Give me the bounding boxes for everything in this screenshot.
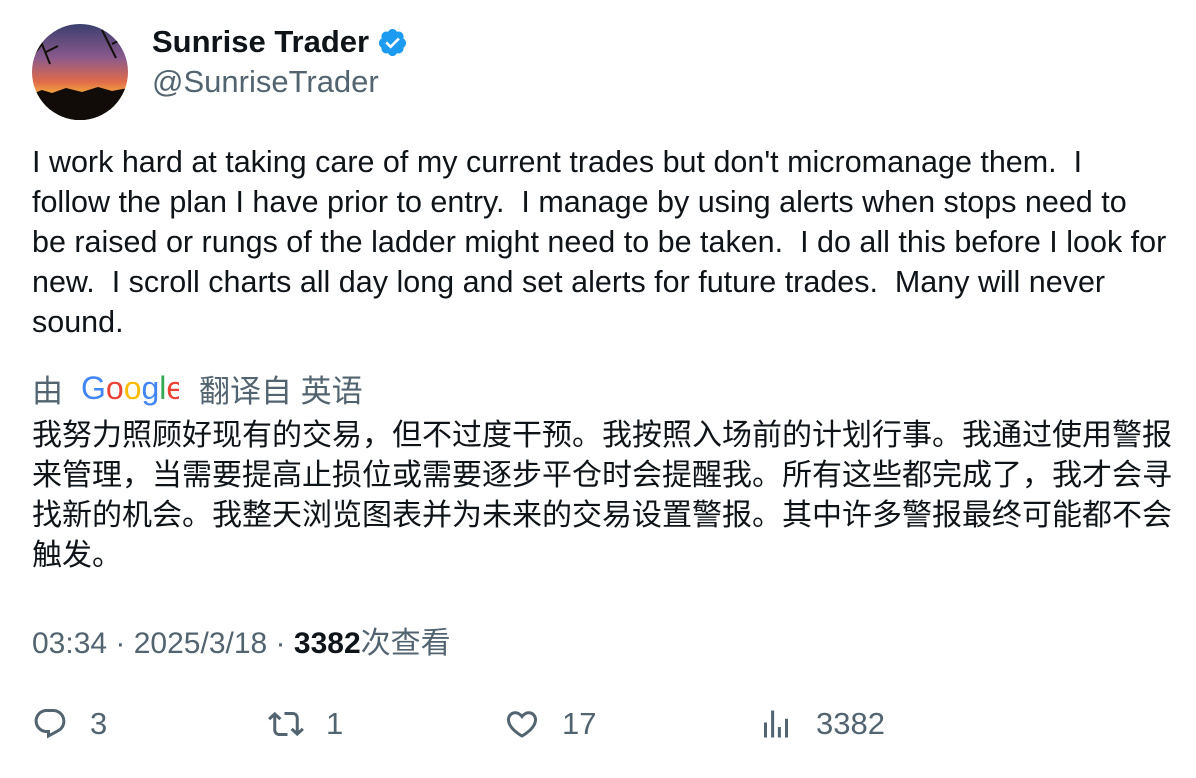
like-button[interactable]: 17 [504, 706, 596, 742]
translation-prefix: 由 [32, 373, 63, 409]
tweet-time[interactable]: 03:34 [32, 627, 107, 660]
views-count: 3382 [293, 627, 361, 660]
action-bar: 3 1 17 3382 [0, 706, 1196, 758]
google-logo-icon: Google [81, 370, 179, 406]
reply-icon [34, 709, 66, 739]
views-button[interactable]: 3382 [758, 706, 885, 742]
svg-text:Google: Google [81, 370, 179, 406]
heart-icon [506, 711, 538, 738]
retweet-count: 1 [326, 706, 344, 741]
reply-count: 3 [90, 706, 108, 741]
retweet-icon [268, 711, 304, 737]
tweet-text: I work hard at taking care of my current… [32, 145, 1175, 339]
tweet-date[interactable]: 2025/3/18 [134, 627, 267, 660]
translation-attribution: 由 Google 翻译自 英语 [32, 366, 363, 410]
sunset-photo-avatar-icon [32, 24, 128, 120]
verified-badge-icon[interactable] [377, 27, 408, 58]
meta-separator-2: · [267, 627, 294, 660]
tweet-metadata: 03:34 · 2025/3/18 · 3382次查看 [32, 624, 451, 664]
author-name-row[interactable]: Sunrise Trader [152, 22, 408, 62]
display-name[interactable]: Sunrise Trader [152, 22, 369, 62]
like-count: 17 [562, 706, 597, 741]
retweet-button[interactable]: 1 [268, 706, 343, 742]
analytics-icon [764, 710, 788, 738]
translation-suffix: 翻译自 英语 [199, 373, 363, 409]
views-label: 次查看 [360, 627, 451, 660]
translated-text: 我努力照顾好现有的交易，但不过度干预。我按照入场前的计划行事。我通过使用警报来管… [32, 418, 1172, 573]
views-action-count: 3382 [816, 706, 885, 741]
avatar[interactable] [32, 24, 128, 120]
reply-button[interactable]: 3 [32, 706, 107, 742]
meta-separator: · [107, 627, 134, 660]
author-handle[interactable]: @SunriseTrader [152, 62, 379, 102]
